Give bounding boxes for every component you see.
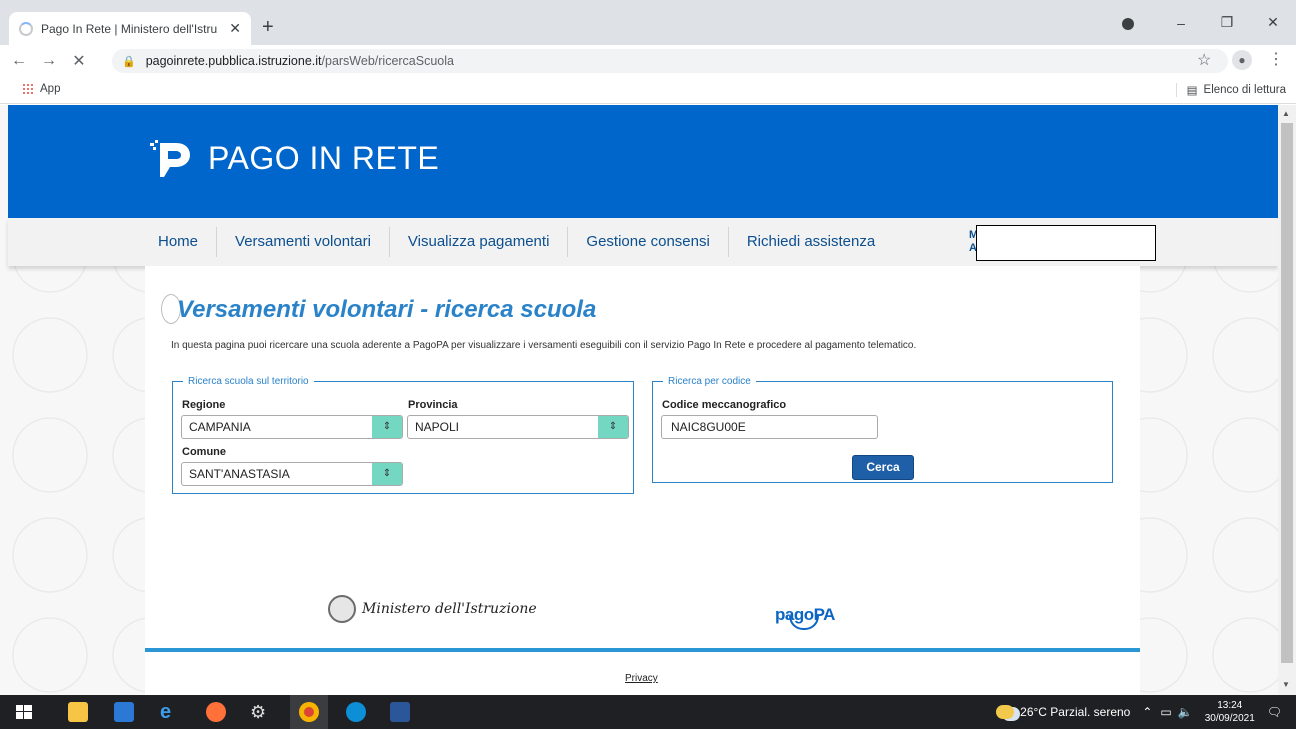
lock-icon: 🔒: [122, 55, 136, 68]
weather-text: 26°C Parzial. sereno: [1020, 705, 1131, 719]
partly-cloudy-icon: [996, 705, 1015, 719]
apps-grid-icon: [22, 83, 34, 95]
territorio-legend: Ricerca scuola sul territorio: [188, 376, 309, 387]
pagoinrete-logo-icon: [150, 140, 190, 177]
nav-richiedi-assistenza[interactable]: Richiedi assistenza: [727, 227, 893, 257]
address-bar[interactable]: 🔒 pagoinrete.pubblica.istruzione.it/pars…: [112, 49, 1228, 73]
codice-legend: Ricerca per codice: [668, 376, 751, 387]
loading-spinner-icon: [19, 21, 33, 36]
clock-time: 13:24: [1217, 700, 1243, 711]
select-arrows-icon: ⇕: [372, 463, 402, 485]
clock[interactable]: 13:24 30/09/2021: [1205, 699, 1255, 725]
minimize-button[interactable]: –: [1158, 15, 1204, 31]
new-tab-button[interactable]: +: [262, 17, 274, 37]
browser-tab[interactable]: Pago In Rete | Ministero dell'Istru ✕: [9, 12, 251, 45]
apps-label: App: [40, 83, 61, 95]
page-description: In questa pagina puoi ricercare una scuo…: [171, 340, 917, 351]
comune-value: SANT'ANASTASIA: [189, 467, 290, 481]
reading-list-icon: ▤: [1186, 85, 1198, 97]
maximize-button[interactable]: ❐: [1204, 14, 1250, 31]
window-controls: – ❐ ✕: [1158, 0, 1296, 45]
select-arrows-icon: ⇕: [598, 416, 628, 438]
comune-select[interactable]: SANT'ANASTASIA ⇕: [181, 462, 403, 486]
browser-menu-icon[interactable]: ⋮: [1268, 49, 1284, 69]
store-icon[interactable]: [114, 702, 134, 722]
tab-close-icon[interactable]: ✕: [229, 20, 241, 37]
scroll-down-icon[interactable]: ▼: [1282, 680, 1290, 689]
comune-label: Comune: [182, 446, 226, 458]
chrome-icon[interactable]: [299, 702, 319, 722]
firefox-icon[interactable]: [206, 702, 226, 722]
web-page: PAGO IN RETE Home Versamenti volontari V…: [0, 105, 1278, 695]
cerca-button[interactable]: Cerca: [852, 455, 914, 480]
site-logo-text: PAGO IN RETE: [208, 139, 440, 176]
reading-list-label: Elenco di lettura: [1203, 84, 1286, 96]
main-content: Versamenti volontari - ricerca scuola In…: [145, 266, 1140, 646]
chrome-profile-icon[interactable]: [1122, 18, 1134, 30]
tray-expand-icon[interactable]: ⌃: [1142, 705, 1152, 719]
tab-title: Pago In Rete | Ministero dell'Istru: [41, 21, 218, 36]
site-header: PAGO IN RETE: [8, 105, 1278, 218]
edge-icon[interactable]: [346, 702, 366, 722]
codice-input[interactable]: NAIC8GU00E: [661, 415, 878, 439]
nav-versamenti-volontari[interactable]: Versamenti volontari: [216, 227, 389, 257]
vertical-scrollbar[interactable]: ▲ ▼: [1278, 105, 1296, 695]
reading-list-button[interactable]: ▤ Elenco di lettura: [1175, 83, 1286, 97]
provincia-select[interactable]: NAPOLI ⇕: [407, 415, 629, 439]
bookmarks-bar: App ▤ Elenco di lettura: [0, 76, 1296, 104]
nav-home[interactable]: Home: [140, 227, 216, 257]
scrollbar-thumb[interactable]: [1281, 123, 1293, 663]
clock-date: 30/09/2021: [1204, 713, 1255, 724]
file-explorer-icon[interactable]: [68, 702, 88, 722]
apps-shortcut[interactable]: App: [22, 83, 60, 95]
volume-icon[interactable]: 🔈: [1178, 705, 1193, 719]
regione-select[interactable]: CAMPANIA ⇕: [181, 415, 403, 439]
network-icon[interactable]: ▭: [1160, 705, 1171, 719]
nav-gestione-consensi[interactable]: Gestione consensi: [567, 227, 727, 257]
bookmark-star-icon[interactable]: ☆: [1197, 50, 1211, 70]
redacted-user-box: [976, 225, 1156, 261]
browser-tabbar: Pago In Rete | Ministero dell'Istru ✕ + …: [0, 0, 1296, 45]
notifications-icon[interactable]: 🗨: [1267, 705, 1282, 719]
windows-taskbar: e ⚙ 26°C Parzial. sereno ⌃ ▭ 🔈 13:24 30/…: [0, 695, 1296, 729]
system-tray: 26°C Parzial. sereno ⌃ ▭ 🔈 13:24 30/09/2…: [996, 695, 1296, 729]
ministero-text: Ministero dell'Istruzione: [362, 601, 537, 617]
provincia-value: NAPOLI: [415, 420, 460, 434]
account-avatar-icon[interactable]: ●: [1232, 50, 1252, 70]
url-path: /parsWeb/ricercaScuola: [321, 54, 454, 68]
scroll-up-icon[interactable]: ▲: [1282, 109, 1290, 118]
forward-button[interactable]: →: [38, 52, 60, 70]
page-title: Versamenti volontari - ricerca scuola: [177, 296, 597, 323]
select-arrows-icon: ⇕: [372, 416, 402, 438]
close-window-button[interactable]: ✕: [1250, 14, 1296, 31]
privacy-link[interactable]: Privacy: [625, 673, 658, 684]
codice-label: Codice meccanografico: [662, 399, 787, 411]
italian-emblem-icon: [328, 595, 356, 623]
site-logo[interactable]: PAGO IN RETE: [148, 135, 439, 181]
provincia-label: Provincia: [408, 399, 458, 411]
word-icon[interactable]: [390, 702, 410, 722]
regione-label: Regione: [182, 399, 226, 411]
internet-explorer-icon[interactable]: e: [160, 702, 180, 722]
back-button[interactable]: ←: [8, 52, 30, 70]
settings-gear-icon[interactable]: ⚙: [250, 702, 270, 722]
ministero-logo[interactable]: Ministero dell'Istruzione: [328, 595, 537, 623]
regione-value: CAMPANIA: [189, 420, 251, 434]
url-domain: pagoinrete.pubblica.istruzione.it: [145, 54, 322, 68]
nav-visualizza-pagamenti[interactable]: Visualizza pagamenti: [388, 227, 567, 257]
stop-button[interactable]: ✕: [68, 51, 90, 71]
windows-start-icon[interactable]: [14, 702, 34, 722]
weather-widget[interactable]: 26°C Parzial. sereno: [996, 705, 1130, 719]
